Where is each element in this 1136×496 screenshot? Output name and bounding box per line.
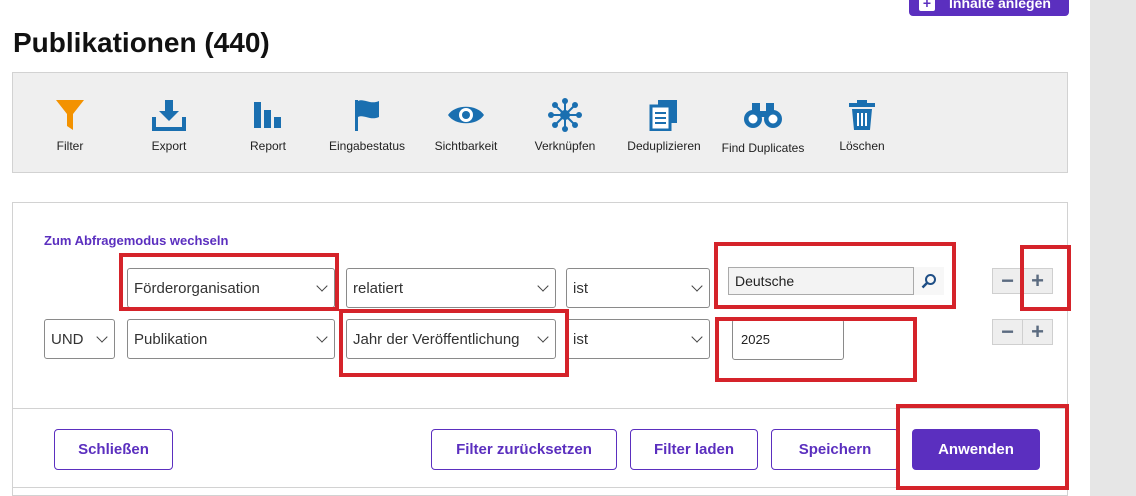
toolbar-find-duplicates-button[interactable]: Find Duplicates bbox=[713, 97, 813, 155]
create-content-label: Inhalte anlegen bbox=[949, 0, 1051, 11]
filter-icon bbox=[56, 100, 84, 130]
plus-icon: + bbox=[1031, 319, 1044, 344]
panel-divider-bottom bbox=[12, 487, 1068, 488]
minus-icon: − bbox=[1001, 319, 1014, 344]
add-row-button[interactable]: + bbox=[1022, 268, 1053, 294]
relation-select-row1[interactable]: relatiert bbox=[346, 268, 556, 308]
year-input-row2[interactable]: 2025 bbox=[732, 319, 844, 360]
input-value: Deutsche bbox=[735, 273, 795, 289]
minus-icon: − bbox=[1001, 268, 1014, 293]
query-mode-link[interactable]: Zum Abfragemodus wechseln bbox=[44, 233, 228, 248]
panel-divider bbox=[12, 408, 1068, 409]
select-value: Publikation bbox=[134, 330, 208, 348]
input-value: 2025 bbox=[741, 332, 770, 347]
link-network-icon bbox=[548, 98, 582, 132]
select-value: UND bbox=[51, 330, 84, 348]
apply-button[interactable]: Anwenden bbox=[912, 429, 1040, 470]
trash-icon bbox=[849, 100, 875, 130]
toolbar-input-status-button[interactable]: Eingabestatus bbox=[317, 97, 417, 153]
search-icon bbox=[921, 274, 936, 289]
select-value: relatiert bbox=[353, 279, 404, 297]
toolbar-export-button[interactable]: Export bbox=[119, 97, 219, 153]
toolbar-label: Find Duplicates bbox=[721, 141, 805, 155]
remove-row-button[interactable]: − bbox=[992, 319, 1023, 345]
chevron-down-icon bbox=[691, 331, 703, 343]
field-select-row2[interactable]: Publikation bbox=[127, 319, 335, 359]
conjunction-select-row2[interactable]: UND bbox=[44, 319, 115, 359]
chevron-down-icon bbox=[537, 280, 549, 292]
plus-icon: + bbox=[1031, 268, 1044, 293]
toolbar: Filter Export Report Eingabestatus Sicht… bbox=[12, 72, 1068, 173]
select-value: ist bbox=[573, 330, 588, 348]
toolbar-deduplicate-button[interactable]: Deduplizieren bbox=[614, 97, 714, 153]
load-filter-button[interactable]: Filter laden bbox=[630, 429, 758, 470]
page-title: Publikationen (440) bbox=[13, 27, 270, 58]
export-icon bbox=[152, 100, 186, 131]
toolbar-report-button[interactable]: Report bbox=[218, 97, 318, 153]
chevron-down-icon bbox=[691, 280, 703, 292]
select-value: Jahr der Veröffentlichung bbox=[353, 330, 520, 348]
report-icon bbox=[254, 102, 281, 128]
toolbar-label: Filter bbox=[56, 139, 84, 153]
toolbar-visibility-button[interactable]: Sichtbarkeit bbox=[416, 97, 516, 153]
chevron-down-icon bbox=[316, 280, 328, 292]
toolbar-label: Eingabestatus bbox=[328, 139, 406, 153]
copy-icon bbox=[649, 100, 677, 131]
toolbar-label: Report bbox=[249, 139, 287, 153]
field-select-row1[interactable]: Förderorganisation bbox=[127, 268, 335, 308]
toolbar-label: Sichtbarkeit bbox=[434, 139, 498, 153]
toolbar-filter-button[interactable]: Filter bbox=[20, 97, 120, 153]
create-content-button[interactable]: + Inhalte anlegen bbox=[909, 0, 1069, 16]
operator-select-row2[interactable]: ist bbox=[566, 319, 710, 359]
save-button[interactable]: Speichern bbox=[771, 429, 899, 470]
chevron-down-icon bbox=[537, 331, 549, 343]
chevron-down-icon bbox=[316, 331, 328, 343]
operator-select-row1[interactable]: ist bbox=[566, 268, 710, 308]
toolbar-delete-button[interactable]: Löschen bbox=[812, 97, 912, 153]
flag-icon bbox=[355, 100, 379, 131]
value-search-input-row1[interactable]: Deutsche bbox=[728, 267, 944, 295]
value-search-button[interactable] bbox=[913, 267, 944, 295]
close-button[interactable]: Schließen bbox=[54, 429, 173, 470]
toolbar-label: Export bbox=[151, 139, 187, 153]
binoculars-icon bbox=[744, 103, 782, 128]
add-row-button[interactable]: + bbox=[1022, 319, 1053, 345]
chevron-down-icon bbox=[96, 331, 108, 343]
plus-icon: + bbox=[919, 0, 935, 11]
remove-row-button[interactable]: − bbox=[992, 268, 1023, 294]
eye-icon bbox=[448, 106, 484, 124]
toolbar-label: Löschen bbox=[839, 139, 885, 153]
toolbar-link-button[interactable]: Verknüpfen bbox=[515, 97, 615, 153]
select-value: Förderorganisation bbox=[134, 279, 260, 297]
reset-filter-button[interactable]: Filter zurücksetzen bbox=[431, 429, 617, 470]
relation-select-row2[interactable]: Jahr der Veröffentlichung bbox=[346, 319, 556, 359]
toolbar-label: Deduplizieren bbox=[627, 139, 701, 153]
toolbar-label: Verknüpfen bbox=[534, 139, 596, 153]
select-value: ist bbox=[573, 279, 588, 297]
right-gutter bbox=[1090, 0, 1136, 496]
